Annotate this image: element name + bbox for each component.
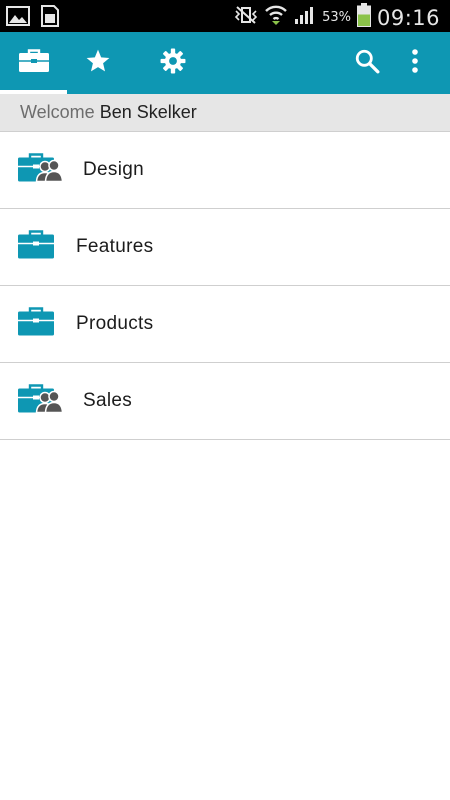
search-icon [354,48,380,79]
list-item[interactable]: Sales [0,363,450,440]
battery-icon [356,3,371,32]
workspace-list: Design Features Products Sales [0,132,450,440]
sim-card-icon [40,5,60,32]
status-notifications [6,5,60,32]
user-name: Ben Skelker [99,102,197,122]
list-item-label: Features [76,236,154,257]
gear-icon [160,48,186,79]
overflow-menu-button[interactable] [396,32,434,94]
clock: 09:16 [376,5,440,30]
search-button[interactable] [344,32,390,94]
list-item-label: Sales [83,390,133,411]
battery-percentage: 53% [322,10,351,25]
list-item-label: Design [83,159,144,180]
welcome-prefix: Welcome [20,102,95,122]
tab-settings[interactable] [142,32,204,94]
briefcase-icon [18,306,56,343]
list-item-label: Products [76,313,154,334]
list-item[interactable]: Features [0,209,450,286]
welcome-bar: Welcome Ben Skelker [0,94,450,132]
vibrate-icon [234,5,258,30]
overflow-menu-icon [411,48,419,79]
list-item[interactable]: Design [0,132,450,209]
status-bar: 53% 09:16 [0,0,450,32]
tab-workspaces[interactable] [0,32,67,94]
gallery-icon [6,6,30,31]
signal-icon [294,5,316,30]
list-item[interactable]: Products [0,286,450,363]
status-indicators: 53% 09:16 [234,3,440,32]
briefcase-icon [18,48,49,78]
action-bar [0,32,450,94]
tab-favorites[interactable] [67,32,129,94]
wifi-icon [264,4,288,31]
briefcase-icon [18,229,56,266]
shared-briefcase-icon [18,152,64,189]
star-icon [85,48,111,79]
shared-briefcase-icon [18,383,64,420]
